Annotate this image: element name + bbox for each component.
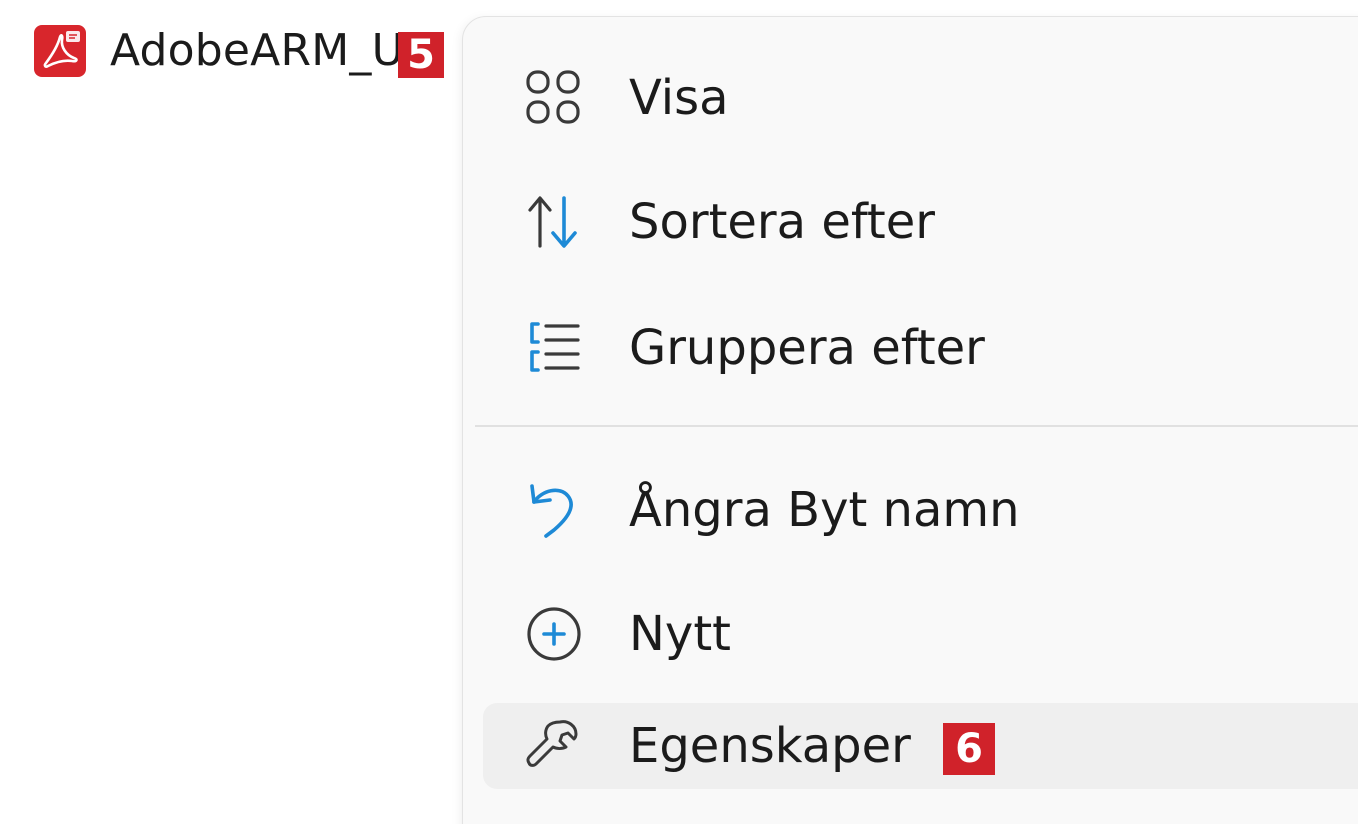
add-circle-icon xyxy=(521,601,587,667)
step-badge-5: 5 xyxy=(398,32,444,78)
group-list-icon xyxy=(521,315,587,381)
pdf-icon xyxy=(32,23,88,79)
menu-item-label: Ångra Byt namn xyxy=(629,482,1020,538)
file-item-adobearm[interactable]: AdobeARM_U xyxy=(32,22,404,80)
menu-item-label: Nytt xyxy=(629,606,731,662)
menu-item-egenskaper[interactable]: Egenskaper 6 xyxy=(483,703,1358,789)
context-menu: Visa Sortera efter Gruppera efter Ångra … xyxy=(462,16,1358,824)
undo-icon xyxy=(521,477,587,543)
menu-item-label: Gruppera efter xyxy=(629,320,985,376)
menu-separator xyxy=(475,425,1358,427)
menu-item-nytt[interactable]: Nytt xyxy=(483,591,1358,677)
menu-item-label: Egenskaper xyxy=(629,718,911,774)
step-badge-6: 6 xyxy=(943,723,995,775)
sort-arrows-icon xyxy=(521,189,587,255)
file-name-label: AdobeARM_U xyxy=(110,25,405,76)
grid-view-icon xyxy=(521,65,587,131)
menu-item-label: Visa xyxy=(629,70,729,126)
menu-item-sortera-efter[interactable]: Sortera efter xyxy=(483,179,1358,265)
wrench-icon xyxy=(521,713,587,779)
desktop-area: AdobeARM_U 5 Visa Sortera efter Gruppera… xyxy=(0,0,1358,824)
menu-item-label: Sortera efter xyxy=(629,194,935,250)
menu-item-visa[interactable]: Visa xyxy=(483,55,1358,141)
menu-item-gruppera-efter[interactable]: Gruppera efter xyxy=(483,305,1358,391)
menu-item-angra-byt-namn[interactable]: Ångra Byt namn xyxy=(483,467,1358,553)
